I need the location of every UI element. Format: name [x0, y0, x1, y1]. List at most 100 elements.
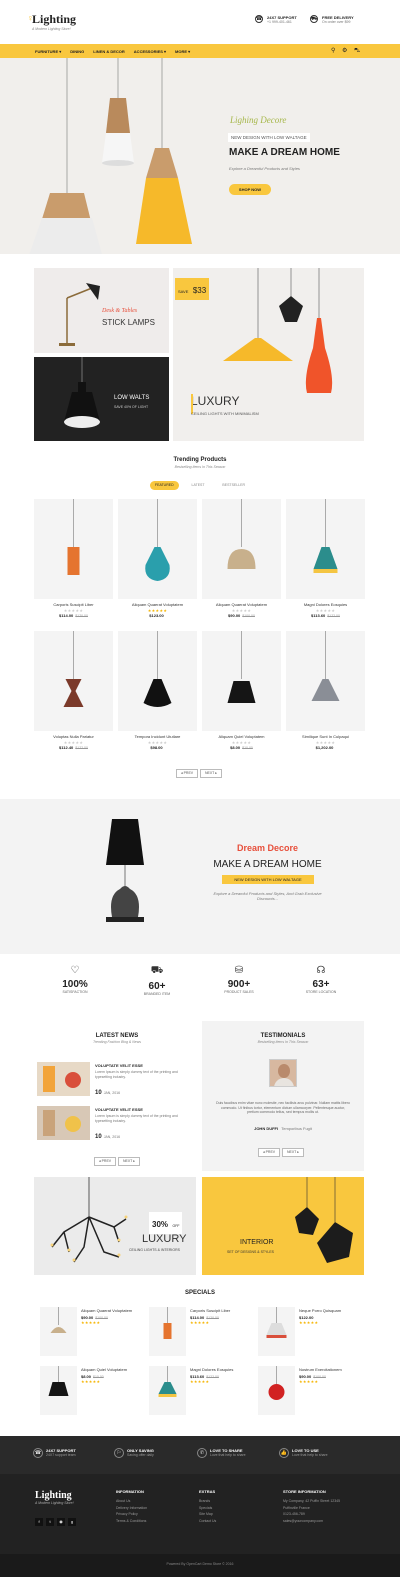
product-card[interactable] [118, 631, 197, 731]
nav-item[interactable]: DINING [70, 49, 84, 54]
product-tabs: FEATURED LATEST BESTSELLER [150, 481, 250, 490]
news-title[interactable]: VOLUPTATE VELIT ESSE [95, 1107, 195, 1112]
product-old-price: $122.00 [327, 613, 340, 618]
news-image[interactable] [37, 1062, 90, 1096]
shop-now-button[interactable]: SHOP NOW [229, 184, 271, 195]
cart-icon[interactable]: ⛍ [354, 47, 360, 55]
footer-link[interactable]: Terms & Conditions [116, 1518, 196, 1525]
logo[interactable]: ♀ Lighting A Modern Lighting Store! [27, 12, 76, 31]
ganesha-lamp-image [106, 819, 144, 922]
trending-title: Trending Products [173, 457, 227, 463]
product-price: $90.00 [228, 612, 241, 618]
product-price: $114.00 [59, 612, 74, 618]
product-card[interactable] [34, 499, 113, 599]
rss-icon[interactable]: ◉ [57, 1518, 65, 1526]
special-image[interactable] [40, 1307, 77, 1356]
footer-feature: 👍 LOVE TO USE Love that help to share [279, 1448, 359, 1458]
special-name[interactable]: Magni Dolores Eosquies [190, 1367, 255, 1373]
special-image[interactable] [149, 1366, 186, 1415]
product-old-price: $100.00 [242, 613, 255, 618]
special-name[interactable]: Carporis Suscipit Liber [190, 1308, 255, 1314]
trending-prev-button[interactable]: ◂ PREV [176, 769, 198, 778]
news-next-button[interactable]: NEXT ▸ [118, 1157, 140, 1166]
product-card[interactable] [118, 499, 197, 599]
testimonial-role: Temporibus Fugit [281, 1126, 312, 1131]
product-price: $113.60 [311, 612, 326, 618]
product-info: Aliquam Quaerat Voluptatem ★★★★★ $123.00 [118, 602, 197, 618]
news-date: 10 JAN, 2016 [95, 1134, 121, 1141]
trending-next-button[interactable]: NEXT ▸ [200, 769, 222, 778]
news-item: VOLUPTATE VELIT ESSE Lorem Ipsum is simpl… [95, 1063, 195, 1099]
desk-lamps-banner[interactable]: Desk & Tables STICK LAMPS [34, 268, 169, 353]
facebook-icon[interactable]: f [35, 1518, 43, 1526]
special-name[interactable]: Aliquam Quaerat Voluptatem [81, 1308, 146, 1314]
special-rating: ★★★★★ [190, 1378, 210, 1384]
special-name[interactable]: Nostrum Exercitationem [299, 1367, 364, 1373]
hero-slider: Lighing Decore NEW DESIGN WITH LOW WALTA… [0, 58, 400, 254]
luxury-banner[interactable]: SAVE $33 LUXURY CEILING LIGHTS WITH MINI… [173, 268, 364, 441]
product-image [311, 631, 340, 701]
nav-item[interactable]: ACCESSORIES ▾ [134, 49, 166, 54]
support-info: ☎ 24X7 SUPPORT +1 999-401-461 [255, 15, 297, 24]
stat-label: PRODUCT SALES [224, 990, 254, 994]
tab-latest[interactable]: LATEST [187, 481, 210, 490]
promo-percent-badge: 30% OFF [149, 1212, 183, 1234]
footer-main: Lighting A Modern Lighting Store! f t ◉ … [0, 1474, 400, 1554]
feature-icon: ⚐ [114, 1448, 124, 1458]
settings-icon[interactable]: ⚙ [342, 47, 347, 54]
bulb-logo-icon: ♀ [27, 13, 34, 23]
feature-sub: Saving offer daily [127, 1453, 154, 1457]
product-card[interactable] [202, 499, 281, 599]
feature-icon: ✆ [197, 1448, 207, 1458]
product-price: $112.40 [59, 744, 74, 750]
testimonials-next-button[interactable]: NEXT ▸ [282, 1148, 304, 1157]
nav-item[interactable]: LINEN & DECOR [93, 49, 125, 54]
news-prev-button[interactable]: ◂ PREV [94, 1157, 116, 1166]
search-icon[interactable]: ⚲ [331, 47, 335, 54]
save-badge: SAVE $33 [175, 278, 210, 300]
low-walts-banner[interactable]: LOW WALTS SAVE 40% OF LIGHT [34, 357, 169, 441]
product-card[interactable] [34, 631, 113, 731]
product-image [63, 631, 84, 707]
special-name[interactable]: Neque Porro Quisquam [299, 1308, 364, 1314]
news-image[interactable] [37, 1106, 90, 1140]
google-plus-icon[interactable]: g [68, 1518, 76, 1526]
news-title[interactable]: VOLUPTATE VELIT ESSE [95, 1063, 195, 1068]
tab-bestseller[interactable]: BESTSELLER [217, 481, 250, 490]
delivery-info: ⛟ FREE DELIVERY On order over $99 [310, 15, 354, 24]
product-info: Similique Sunt In Culpaqui ★★★★★ $1,202.00 [286, 734, 365, 750]
news-date: 10 JAN, 2016 [95, 1090, 121, 1097]
copyright-bar: Powered By OpenCart Demo Store © 2016 [0, 1554, 400, 1577]
nav-item[interactable]: MORE ▾ [175, 49, 190, 54]
special-image[interactable] [258, 1366, 295, 1415]
product-old-price: $122.00 [75, 745, 88, 750]
feature-icon: ☎ [33, 1448, 43, 1458]
product-card[interactable] [202, 631, 281, 731]
feature-sub: Love that help to share [210, 1453, 246, 1457]
main-nav: FURNITURE ▾ DINING LINEN & DECOR ACCESSORIE… [0, 44, 400, 58]
product-card[interactable] [286, 631, 365, 731]
stat-label: STORE LOCATION [305, 990, 337, 994]
special-image[interactable] [258, 1307, 295, 1356]
product-price: $123.00 [149, 612, 164, 618]
header: ♀ Lighting A Modern Lighting Store! ☎ 24… [0, 0, 400, 44]
feature-icon: 👍 [279, 1448, 289, 1458]
footer-feature: ☎ 24X7 SUPPORT 24X7 support team [33, 1448, 113, 1458]
customer-avatar [269, 1059, 297, 1087]
interior-promo-banner[interactable]: INTERIOR SET OF DESIGNS & STYLES [202, 1177, 364, 1275]
product-image [227, 499, 256, 569]
special-image[interactable] [40, 1366, 77, 1415]
product-price-row: $113.60 $122.00 [286, 613, 365, 618]
luxury-promo-banner[interactable]: 30% OFF LUXURY CEILING LIGHTS & INTERIOR… [34, 1177, 196, 1275]
special-name[interactable]: Aliquam Quiel Voluptatem [81, 1367, 146, 1373]
testimonials-prev-button[interactable]: ◂ PREV [258, 1148, 280, 1157]
product-info: Voluptas Nulla Pariatur ★★★★★ $112.40 $122.… [34, 734, 113, 750]
product-price-row: $90.00 $100.00 [202, 613, 281, 618]
tab-featured[interactable]: FEATURED [150, 481, 179, 490]
special-rating: ★★★★★ [299, 1319, 319, 1325]
footer-link[interactable]: Contact Us [199, 1518, 279, 1525]
special-image[interactable] [149, 1307, 186, 1356]
nav-item[interactable]: FURNITURE ▾ [35, 49, 61, 54]
twitter-icon[interactable]: t [46, 1518, 54, 1526]
product-card[interactable] [286, 499, 365, 599]
